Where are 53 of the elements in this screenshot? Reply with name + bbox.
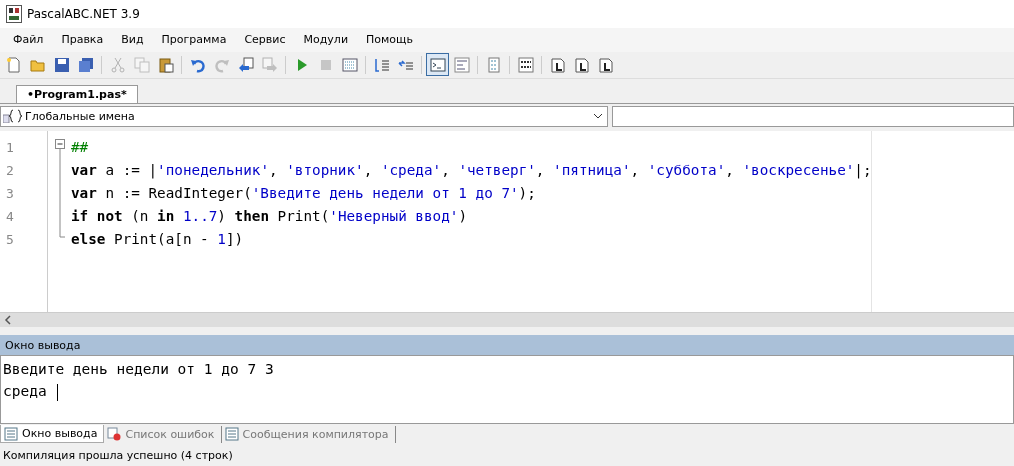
menu-item[interactable]: Вид — [112, 33, 153, 47]
toolbar-icon — [261, 56, 278, 73]
menu-item[interactable]: Сервис — [235, 33, 295, 47]
toolbar-icon — [157, 56, 174, 73]
scroll-left-icon[interactable] — [4, 315, 12, 326]
error-list-icon — [107, 427, 122, 442]
line-number: 2 — [5, 161, 15, 180]
menu-item[interactable]: Модули — [294, 33, 358, 47]
toolbar-icon — [597, 56, 614, 73]
line-number: 4 — [5, 207, 15, 226]
toolbar-icon — [133, 56, 150, 73]
menu-item[interactable]: Правка — [52, 33, 113, 47]
braces-icon — [3, 109, 23, 124]
document-tab[interactable]: •Program1.pas* — [16, 84, 138, 103]
code-line: ## — [71, 137, 90, 157]
code-editor[interactable] — [0, 130, 1014, 313]
code-line: var a := |'понедельник', 'вторник', 'среда', 'четверг', 'пятница', 'суббота', 'воскресенье'|; — [71, 160, 873, 181]
toolbar-icon — [453, 56, 470, 73]
menu-item[interactable]: Программа — [152, 33, 236, 47]
list-icon — [4, 426, 18, 441]
list-icon — [224, 427, 239, 442]
toolbar-icon — [429, 56, 446, 73]
toolbar-icon — [77, 56, 94, 73]
output-console: Введите день недели от 1 до 7 3 среда — [0, 355, 1014, 425]
line-number: 3 — [5, 184, 15, 203]
toolbar-icon — [517, 56, 534, 73]
toolbar-icon — [5, 56, 22, 73]
toolbar-icon — [109, 56, 126, 73]
code-line: if not (n in 1..7) then Print('Неверный ввод') — [71, 206, 468, 226]
panel-tab[interactable]: Список ошибок — [104, 425, 222, 443]
app-logo-icon — [6, 4, 22, 23]
panel-tab[interactable]: Окно вывода — [0, 425, 105, 444]
line-number: 5 — [5, 230, 15, 249]
scope-dropdown[interactable]: Глобальные имена — [0, 105, 608, 127]
member-dropdown[interactable] — [612, 105, 1014, 127]
save-icon — [53, 56, 70, 73]
panel-header: Окно вывода — [0, 335, 1014, 356]
menu-item[interactable]: Файл — [4, 33, 53, 47]
toolbar-icon — [237, 56, 254, 73]
horizontal-scrollbar[interactable] — [0, 312, 1014, 328]
panel-tab[interactable]: Сообщения компилятора — [221, 425, 396, 443]
toolbar-icon — [373, 56, 390, 73]
toolbar-icon — [549, 56, 566, 73]
line-number: 1 — [5, 138, 15, 157]
toolbar-icon — [485, 56, 502, 73]
menu-item[interactable]: Помощь — [357, 33, 422, 47]
status-text: Компиляция прошла успешно (4 строк) — [2, 447, 234, 464]
toolbar-icon — [573, 56, 590, 73]
code-line: var n := ReadInteger('Введите день недели от 1 до 7'); — [71, 183, 537, 203]
window-title: PascalABC.NET 3.9 — [27, 6, 140, 21]
caret-icon — [593, 113, 603, 120]
toolbar-icon — [341, 56, 358, 73]
code-line: else Print(a[n - 1]) — [71, 229, 245, 249]
